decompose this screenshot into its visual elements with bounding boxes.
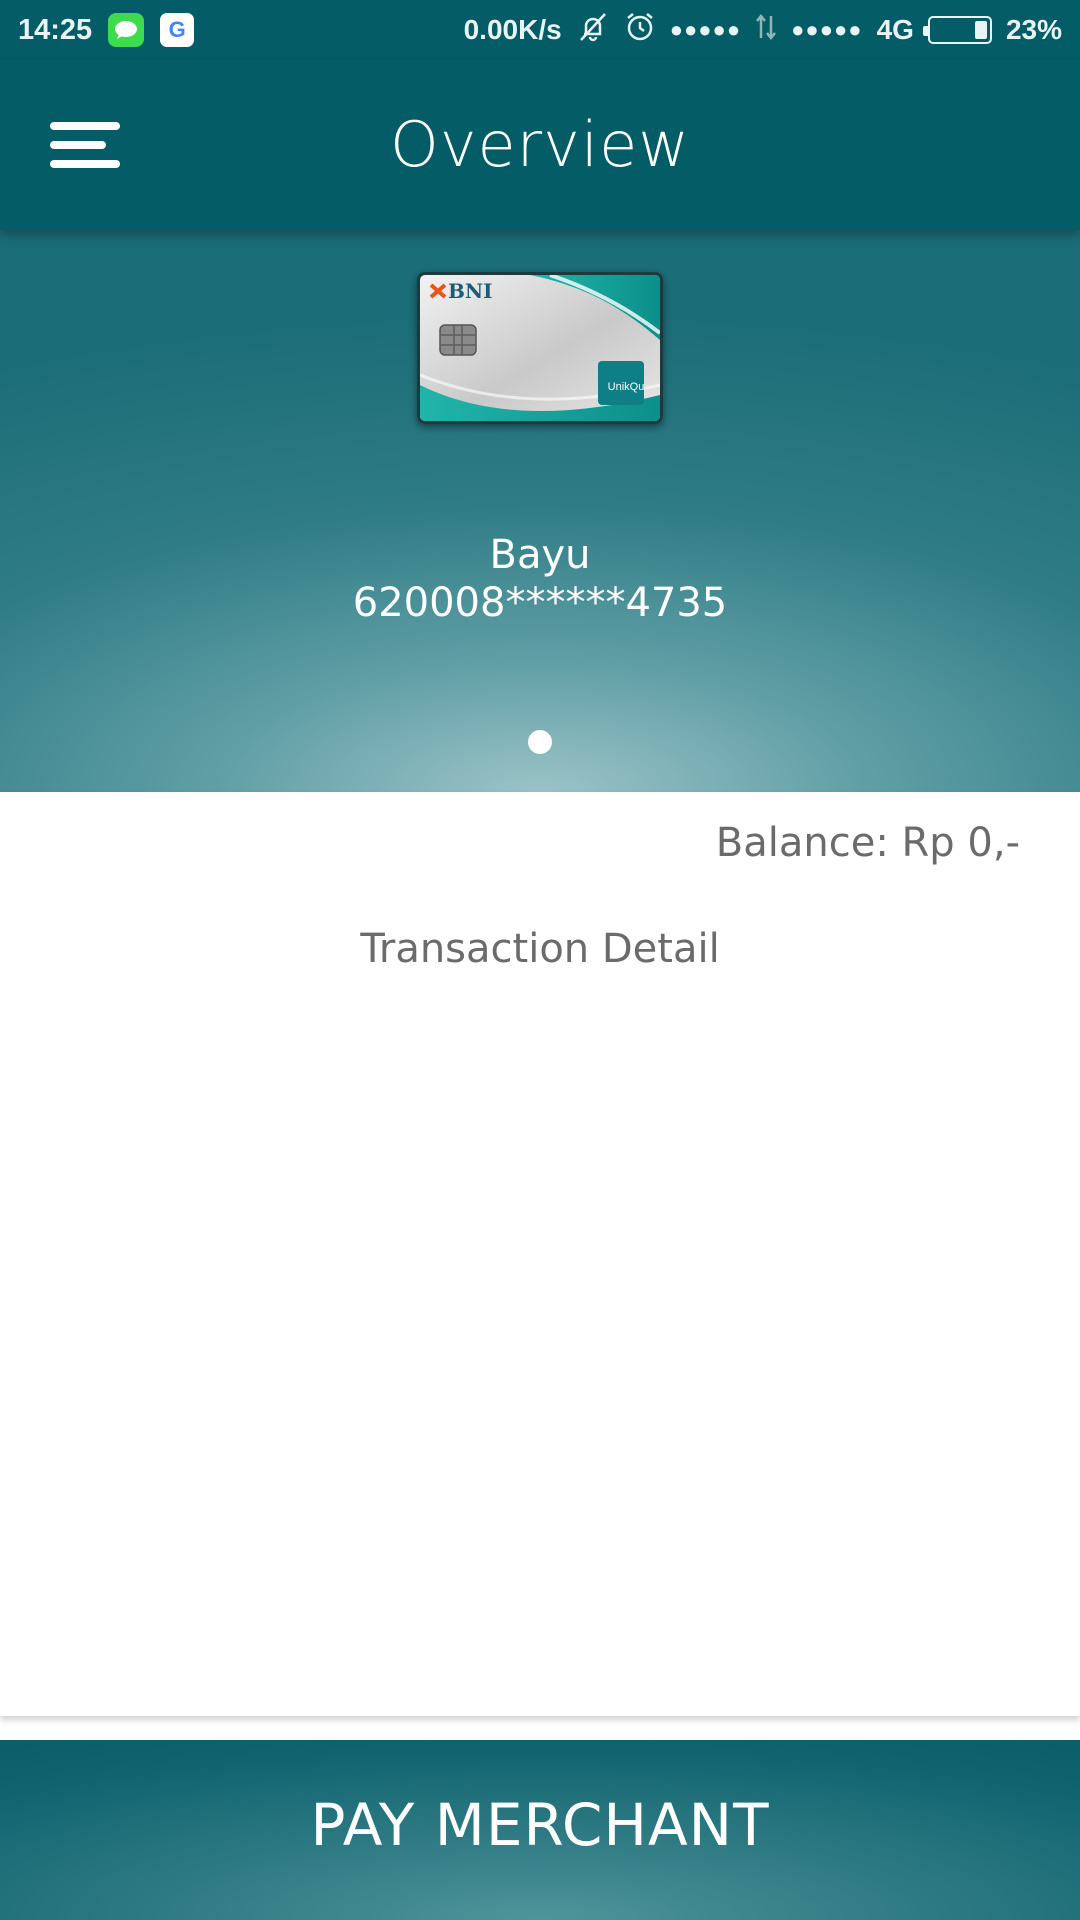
data-arrows-icon bbox=[755, 12, 777, 49]
vibrate-off-icon bbox=[576, 10, 610, 51]
app-bar: Overview bbox=[0, 60, 1080, 230]
balance-text: Balance: Rp 0,- bbox=[715, 820, 1020, 866]
sim1-signal-icon: ●●●●● bbox=[669, 17, 742, 42]
battery-icon bbox=[922, 16, 992, 44]
alarm-icon bbox=[624, 11, 656, 50]
pay-merchant-label: PAY MERCHANT bbox=[310, 1791, 770, 1859]
sim2-signal-icon: ●●●●● bbox=[791, 17, 863, 42]
status-left: 14:25 G bbox=[18, 0, 195, 60]
card-number: 620008******4735 bbox=[352, 580, 728, 626]
card-holder-name: Bayu bbox=[489, 532, 591, 578]
page-title: Overview bbox=[390, 108, 690, 181]
pay-merchant-button[interactable]: PAY MERCHANT bbox=[0, 1740, 1080, 1920]
card-product-name: UnikQu bbox=[607, 381, 645, 393]
bni-logo-icon bbox=[429, 283, 447, 299]
status-time: 14:25 bbox=[18, 13, 93, 46]
net-speed: 0.00K/s bbox=[463, 14, 562, 45]
card-carousel[interactable]: BNI UnikQu Bayu 620008******4735 bbox=[0, 230, 1080, 792]
card-bank-name: BNI bbox=[448, 279, 493, 303]
google-icon: G bbox=[160, 13, 195, 47]
message-icon bbox=[108, 13, 145, 47]
network-type: 4G bbox=[876, 14, 914, 45]
pager-dot-active[interactable] bbox=[528, 730, 552, 754]
transaction-panel: Balance: Rp 0,- Transaction Detail bbox=[0, 792, 1080, 1716]
status-bar: 14:25 G 0.00K/s ●●●●● ●●●●● 4G 23% bbox=[0, 0, 1080, 60]
status-right: 0.00K/s ●●●●● ●●●●● 4G 23% bbox=[464, 0, 1062, 60]
transaction-detail-title: Transaction Detail bbox=[360, 926, 720, 972]
battery-percent: 23% bbox=[1005, 14, 1062, 45]
bank-card-image[interactable]: BNI UnikQu bbox=[417, 272, 663, 424]
